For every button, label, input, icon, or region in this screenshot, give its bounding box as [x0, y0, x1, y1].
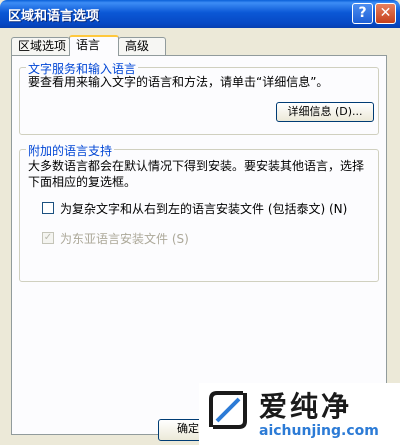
east-asian-checkbox[interactable]: ✓ — [42, 232, 54, 244]
supplemental-description-line1: 大多数语言都会在默认情况下得到安装。要安装其他语言，选择 — [28, 159, 365, 173]
watermark-logo: 爱纯净 aichunjing.com — [199, 383, 400, 445]
complex-script-label[interactable]: 为复杂文字和从右到左的语言安装文件 (包括泰文) (N) — [60, 200, 347, 217]
text-services-description: 要查看用来输入文字的语言和方法，请单击“详细信息”。 — [28, 75, 329, 89]
supplemental-legend: 附加的语言支持 — [26, 142, 115, 159]
complex-script-checkbox[interactable] — [42, 202, 54, 214]
tab-advanced[interactable]: 高级 — [118, 37, 166, 55]
aichunjing-logo-icon — [209, 391, 247, 429]
tab-regional-options[interactable]: 区域选项 — [11, 37, 70, 55]
tab-languages[interactable]: 语言 — [69, 35, 119, 56]
text-services-group: 文字服务和输入语言 要查看用来输入文字的语言和方法，请单击“详细信息”。 详细信… — [19, 60, 379, 135]
supplemental-description-line2: 下面相应的复选框。 — [28, 175, 137, 189]
watermark-url: aichunjing.com — [259, 423, 379, 439]
details-button[interactable]: 详细信息 (D)... — [276, 102, 374, 122]
supplemental-language-group: 附加的语言支持 大多数语言都会在默认情况下得到安装。要安装其他语言，选择 下面相… — [19, 142, 379, 282]
tab-panel: 文字服务和输入语言 要查看用来输入文字的语言和方法，请单击“详细信息”。 详细信… — [11, 55, 387, 435]
window-title: 区域和语言选项 — [8, 9, 100, 24]
east-asian-label[interactable]: 为东亚语言安装文件 (S) — [60, 230, 189, 247]
watermark-name: 爱纯净 — [259, 390, 353, 423]
help-button[interactable]: ? — [352, 3, 373, 24]
close-button[interactable]: ✕ — [375, 3, 396, 24]
title-bar: 区域和语言选项 ? ✕ — [0, 0, 400, 28]
